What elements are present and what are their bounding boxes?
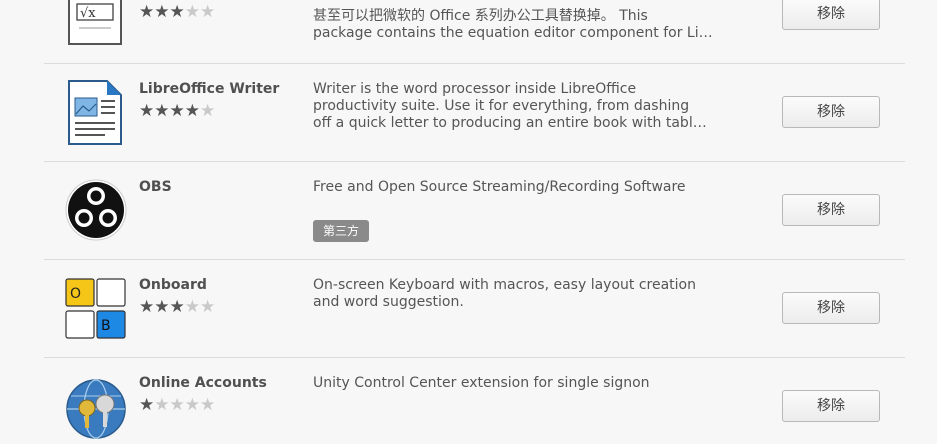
star-filled-icon: ★ — [169, 297, 185, 317]
row-separator — [44, 63, 905, 64]
star-empty-icon: ★ — [154, 395, 170, 415]
onboard-key-o: O — [70, 286, 81, 302]
description-line: Unity Control Center extension for singl… — [313, 375, 650, 391]
remove-button[interactable]: 移除 — [782, 96, 880, 128]
row-separator — [44, 357, 905, 358]
app-description: On-screen Keyboard with macros, easy lay… — [313, 277, 713, 311]
rating-stars: ★★★★★ — [139, 2, 215, 22]
star-filled-icon: ★ — [139, 2, 155, 22]
star-empty-icon: ★ — [200, 395, 216, 415]
libreoffice-writer-icon — [65, 80, 127, 145]
remove-button[interactable]: 移除 — [782, 194, 880, 226]
star-filled-icon: ★ — [154, 101, 170, 121]
star-filled-icon: ★ — [184, 101, 200, 121]
libreoffice-math-icon: √x — [65, 0, 127, 46]
star-filled-icon: ★ — [139, 297, 155, 317]
star-empty-icon: ★ — [200, 2, 216, 22]
star-filled-icon: ★ — [154, 297, 170, 317]
svg-text:√x: √x — [80, 6, 96, 21]
app-name: Onboard — [139, 277, 207, 293]
star-empty-icon: ★ — [200, 297, 216, 317]
row-separator — [44, 161, 905, 162]
rating-stars: ★★★★★ — [139, 395, 215, 415]
app-name: Online Accounts — [139, 375, 267, 391]
star-filled-icon: ★ — [139, 101, 155, 121]
remove-button[interactable]: 移除 — [782, 292, 880, 324]
star-empty-icon: ★ — [184, 395, 200, 415]
remove-button[interactable]: 移除 — [782, 0, 880, 30]
rating-stars: ★★★★★ — [139, 297, 215, 317]
online-accounts-icon — [65, 378, 127, 440]
star-empty-icon: ★ — [169, 395, 185, 415]
star-filled-icon: ★ — [169, 101, 185, 121]
app-description: 甚至可以把微软的 Office 系列办公工具替换掉。 This package … — [313, 8, 713, 42]
description-line: On-screen Keyboard with macros, easy lay… — [313, 277, 696, 293]
description-line: package contains the equation editor com… — [313, 25, 713, 41]
star-empty-icon: ★ — [184, 2, 200, 22]
onboard-key-b: B — [101, 318, 111, 334]
row-separator — [44, 259, 905, 260]
description-line: and word suggestion. — [313, 294, 464, 310]
app-description: Writer is the word processor inside Libr… — [313, 81, 713, 132]
star-filled-icon: ★ — [154, 2, 170, 22]
description-line: Writer is the word processor inside Libr… — [313, 81, 637, 97]
description-line: Free and Open Source Streaming/Recording… — [313, 179, 686, 195]
app-name: OBS — [139, 179, 172, 195]
description-line: productivity suite. Use it for everythin… — [313, 98, 690, 114]
obs-icon — [65, 179, 127, 241]
app-description: Free and Open Source Streaming/Recording… — [313, 179, 713, 196]
rating-stars: ★★★★★ — [139, 101, 215, 121]
third-party-badge: 第三方 — [313, 220, 370, 242]
description-line: off a quick letter to producing an entir… — [313, 115, 707, 131]
remove-button[interactable]: 移除 — [782, 390, 880, 422]
star-filled-icon: ★ — [139, 395, 155, 415]
star-empty-icon: ★ — [200, 101, 216, 121]
onboard-keyboard-icon: O B — [65, 278, 127, 340]
description-line: 甚至可以把微软的 Office 系列办公工具替换掉。 This — [313, 8, 648, 24]
app-description: Unity Control Center extension for singl… — [313, 375, 713, 392]
star-empty-icon: ★ — [184, 297, 200, 317]
star-filled-icon: ★ — [169, 2, 185, 22]
app-name: LibreOffice Writer — [139, 81, 280, 97]
